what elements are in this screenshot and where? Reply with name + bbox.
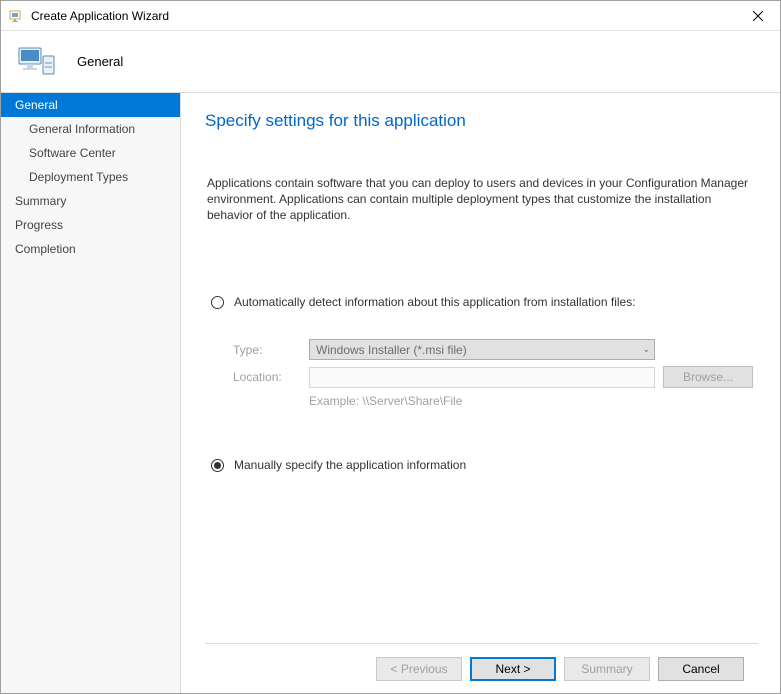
sidebar-item-general[interactable]: General <box>1 93 180 117</box>
footer: < Previous Next > Summary Cancel <box>205 643 758 693</box>
auto-form: Type: Windows Installer (*.msi file) ⌄ L… <box>233 339 758 408</box>
location-input <box>309 367 655 388</box>
radio-auto-label: Automatically detect information about t… <box>234 295 636 309</box>
cancel-button[interactable]: Cancel <box>658 657 744 681</box>
radio-manual-row[interactable]: Manually specify the application informa… <box>205 458 758 472</box>
location-row: Location: Browse... <box>233 366 758 388</box>
location-example: Example: \\Server\Share\File <box>309 394 758 408</box>
radio-auto-row[interactable]: Automatically detect information about t… <box>205 295 758 309</box>
close-icon <box>753 11 763 21</box>
sidebar-item-completion[interactable]: Completion <box>1 237 180 261</box>
titlebar-text: Create Application Wizard <box>31 9 735 23</box>
sidebar-item-software-center[interactable]: Software Center <box>1 141 180 165</box>
sidebar: General General Information Software Cen… <box>1 93 181 693</box>
type-combo: Windows Installer (*.msi file) ⌄ <box>309 339 655 360</box>
radio-manual[interactable] <box>211 459 224 472</box>
sidebar-item-deployment-types[interactable]: Deployment Types <box>1 165 180 189</box>
location-label: Location: <box>233 370 309 384</box>
chevron-down-icon: ⌄ <box>642 344 650 355</box>
next-button[interactable]: Next > <box>470 657 556 681</box>
radio-manual-label: Manually specify the application informa… <box>234 458 466 472</box>
app-icon <box>9 8 25 24</box>
body: General General Information Software Cen… <box>1 93 780 693</box>
sidebar-item-general-information[interactable]: General Information <box>1 117 180 141</box>
type-label: Type: <box>233 343 309 357</box>
sidebar-item-progress[interactable]: Progress <box>1 213 180 237</box>
close-button[interactable] <box>735 1 780 30</box>
header-computer-icon <box>17 42 57 82</box>
wizard-window: Create Application Wizard General Genera… <box>0 0 781 694</box>
radio-auto[interactable] <box>211 296 224 309</box>
page-description: Applications contain software that you c… <box>205 175 758 223</box>
type-value: Windows Installer (*.msi file) <box>316 343 467 357</box>
previous-button: < Previous <box>376 657 462 681</box>
spacer <box>205 472 758 643</box>
header-title: General <box>77 54 123 69</box>
summary-button: Summary <box>564 657 650 681</box>
titlebar: Create Application Wizard <box>1 1 780 31</box>
type-row: Type: Windows Installer (*.msi file) ⌄ <box>233 339 758 360</box>
content: Specify settings for this application Ap… <box>181 93 780 693</box>
page-heading: Specify settings for this application <box>205 111 758 131</box>
header: General <box>1 31 780 93</box>
browse-button: Browse... <box>663 366 753 388</box>
sidebar-item-summary[interactable]: Summary <box>1 189 180 213</box>
